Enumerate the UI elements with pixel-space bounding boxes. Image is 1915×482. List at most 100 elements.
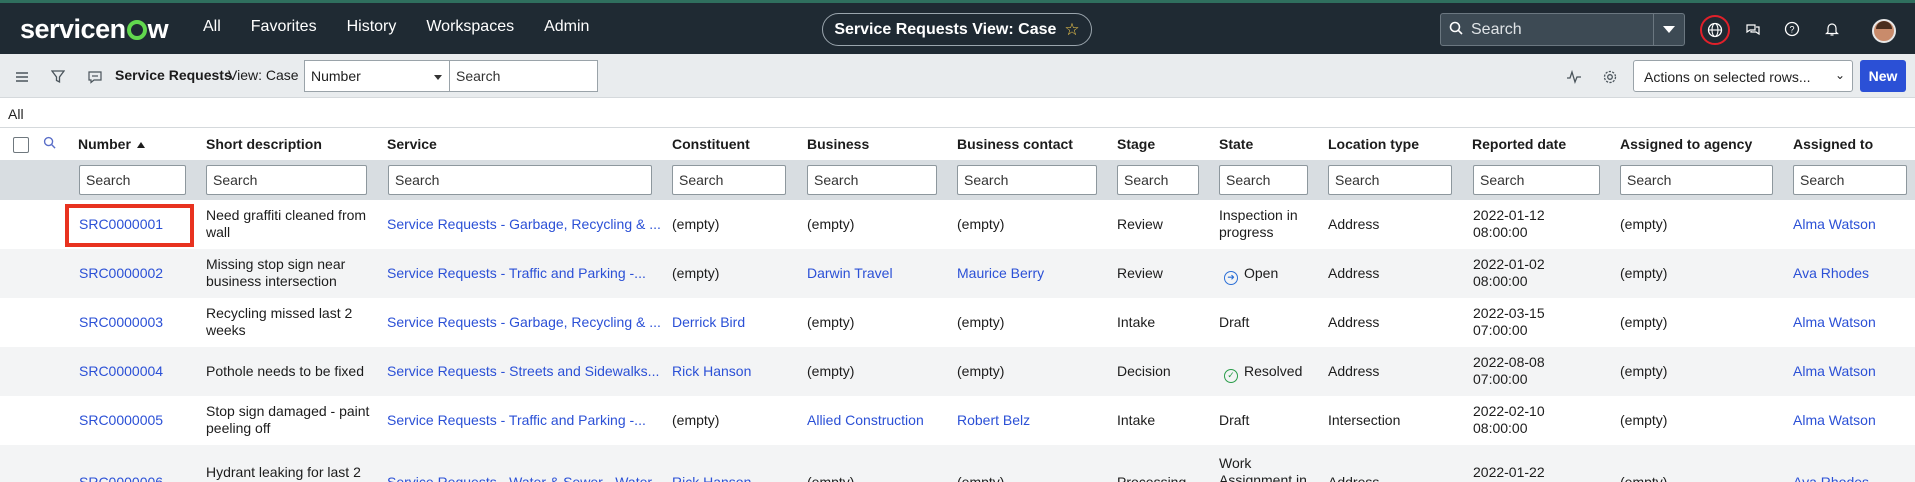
column-header-stage[interactable]: Stage xyxy=(1117,136,1155,152)
table-row[interactable]: SRC0000006 Hydrant leaking for last 2 Se… xyxy=(0,445,1915,482)
business-contact-value: (empty) xyxy=(957,314,1005,330)
service-link[interactable]: Service Requests - Garbage, Recycling & … xyxy=(387,216,661,233)
business-link[interactable]: Darwin Travel xyxy=(807,265,893,282)
record-number-link[interactable]: SRC0000003 xyxy=(79,314,163,331)
bell-icon[interactable] xyxy=(1820,17,1844,41)
record-number-link[interactable]: SRC0000001 xyxy=(79,216,163,233)
assigned-to-link[interactable]: Alma Watson xyxy=(1793,412,1876,429)
assigned-agency-value: (empty) xyxy=(1620,216,1668,232)
filter-icon[interactable] xyxy=(49,68,67,86)
filter-stage-input[interactable]: Search xyxy=(1117,165,1199,195)
service-link[interactable]: Service Requests - Streets and Sidewalks… xyxy=(387,363,659,380)
list-title[interactable]: Service Requests xyxy=(115,67,232,83)
filter-assigned-to-input[interactable]: Search xyxy=(1793,165,1907,195)
sparkle-icon[interactable] xyxy=(1565,68,1583,86)
service-link[interactable]: Service Requests - Water & Sewer - Water… xyxy=(387,474,663,482)
filter-constituent-input[interactable]: Search xyxy=(672,165,786,195)
filter-location-type-input[interactable]: Search xyxy=(1328,165,1452,195)
record-number-link[interactable]: SRC0000004 xyxy=(79,363,163,380)
location-type-value: Address xyxy=(1328,216,1380,232)
filter-service-input[interactable]: Search xyxy=(388,165,652,195)
service-link[interactable]: Service Requests - Traffic and Parking -… xyxy=(387,412,646,429)
service-link[interactable]: Service Requests - Garbage, Recycling & … xyxy=(387,314,661,331)
nav-workspaces[interactable]: Workspaces xyxy=(426,18,514,36)
column-header-assigned-to-agency[interactable]: Assigned to agency xyxy=(1620,136,1752,152)
state-line: Work xyxy=(1219,455,1252,471)
nav-all[interactable]: All xyxy=(203,18,221,36)
actions-on-selected-rows-select[interactable]: Actions on selected rows... ⌄ xyxy=(1633,60,1853,92)
assigned-to-link[interactable]: Alma Watson xyxy=(1793,216,1876,233)
filter-assigned-to-agency-input[interactable]: Search xyxy=(1620,165,1773,195)
assigned-to-link[interactable]: Ava Rhodes xyxy=(1793,265,1869,282)
business-contact-value: (empty) xyxy=(957,216,1005,232)
column-header-business[interactable]: Business xyxy=(807,136,869,152)
filter-reported-date-input[interactable]: Search xyxy=(1473,165,1600,195)
table-row[interactable]: SRC0000002 Missing stop sign near busines… xyxy=(0,249,1915,298)
constituent-link[interactable]: Rick Hanson xyxy=(672,474,751,482)
filter-short-description-input[interactable]: Search xyxy=(206,165,367,195)
nav-history[interactable]: History xyxy=(347,18,397,36)
globe-icon[interactable] xyxy=(1700,15,1730,45)
nav-favorites[interactable]: Favorites xyxy=(251,18,317,36)
record-number-link[interactable]: SRC0000006 xyxy=(79,474,163,482)
column-header-service[interactable]: Service xyxy=(387,136,437,152)
global-search-input[interactable]: Search xyxy=(1471,21,1653,39)
gear-icon[interactable] xyxy=(1601,68,1619,86)
service-link[interactable]: Service Requests - Traffic and Parking -… xyxy=(387,265,646,282)
assigned-agency-value: (empty) xyxy=(1620,265,1668,281)
select-all-checkbox[interactable] xyxy=(13,137,29,153)
search-field-select[interactable]: Number xyxy=(304,60,450,92)
constituent-link[interactable]: Derrick Bird xyxy=(672,314,745,331)
assigned-to-link[interactable]: Alma Watson xyxy=(1793,363,1876,380)
filter-number-input[interactable]: Search xyxy=(79,165,186,195)
page-title-pill[interactable]: Service Requests View: Case ☆ xyxy=(822,13,1092,46)
list-search-input[interactable]: Search xyxy=(449,60,598,92)
column-header-reported-date[interactable]: Reported date xyxy=(1472,136,1566,152)
list-context-icon[interactable] xyxy=(86,68,104,86)
business-contact-link[interactable]: Maurice Berry xyxy=(957,265,1044,282)
desc-line: peeling off xyxy=(206,420,271,436)
filter-business-contact-input[interactable]: Search xyxy=(957,165,1097,195)
column-header-assigned-to[interactable]: Assigned to xyxy=(1793,136,1873,152)
reported-date-value: 2022-08-08 07:00:00 xyxy=(1473,354,1545,388)
date-line: 2022-01-12 xyxy=(1473,207,1545,223)
user-avatar[interactable] xyxy=(1872,19,1896,43)
servicenow-logo[interactable]: servicen w xyxy=(20,14,169,45)
record-number-link[interactable]: SRC0000002 xyxy=(79,265,163,282)
nav-admin[interactable]: Admin xyxy=(544,18,589,36)
column-header-number[interactable]: Number xyxy=(78,136,145,152)
hamburger-menu-icon[interactable] xyxy=(13,68,31,86)
search-scope-dropdown[interactable] xyxy=(1653,14,1684,45)
stage-value: Intake xyxy=(1117,314,1156,330)
global-search[interactable]: Search xyxy=(1440,13,1685,46)
record-number-link[interactable]: SRC0000005 xyxy=(79,412,163,429)
table-row[interactable]: SRC0000003 Recycling missed last 2 weeks … xyxy=(0,298,1915,347)
new-button[interactable]: New xyxy=(1860,60,1906,92)
column-header-short-description[interactable]: Short description xyxy=(206,136,322,152)
caret-down-icon xyxy=(434,75,442,80)
column-search-icon[interactable] xyxy=(43,136,56,152)
business-link[interactable]: Allied Construction xyxy=(807,412,924,429)
filter-state-input[interactable]: Search xyxy=(1219,165,1308,195)
assigned-to-link[interactable]: Ava Rhodes xyxy=(1793,474,1869,482)
table-row[interactable]: SRC0000004 Pothole needs to be fixed Ser… xyxy=(0,347,1915,396)
star-icon[interactable]: ☆ xyxy=(1064,20,1079,40)
desc-line: wall xyxy=(206,224,231,240)
filter-business-input[interactable]: Search xyxy=(807,165,937,195)
column-header-business-contact[interactable]: Business contact xyxy=(957,136,1073,152)
state-line: Inspection in xyxy=(1219,207,1298,223)
assigned-to-link[interactable]: Alma Watson xyxy=(1793,314,1876,331)
constituent-link[interactable]: Rick Hanson xyxy=(672,363,751,380)
column-header-constituent[interactable]: Constituent xyxy=(672,136,750,152)
chat-icon[interactable] xyxy=(1741,17,1765,41)
stage-value: Review xyxy=(1117,265,1163,281)
column-header-state[interactable]: State xyxy=(1219,136,1253,152)
table-row[interactable]: SRC0000001 Need graffiti cleaned from wal… xyxy=(0,200,1915,249)
column-filter-row: Search Search Search Search Search Searc… xyxy=(0,160,1915,200)
business-contact-link[interactable]: Robert Belz xyxy=(957,412,1030,429)
state-value: Draft xyxy=(1219,314,1250,330)
table-row[interactable]: SRC0000005 Stop sign damaged - paint peel… xyxy=(0,396,1915,445)
breadcrumb[interactable]: All xyxy=(8,106,24,122)
column-header-location-type[interactable]: Location type xyxy=(1328,136,1419,152)
help-icon[interactable]: ? xyxy=(1780,17,1804,41)
